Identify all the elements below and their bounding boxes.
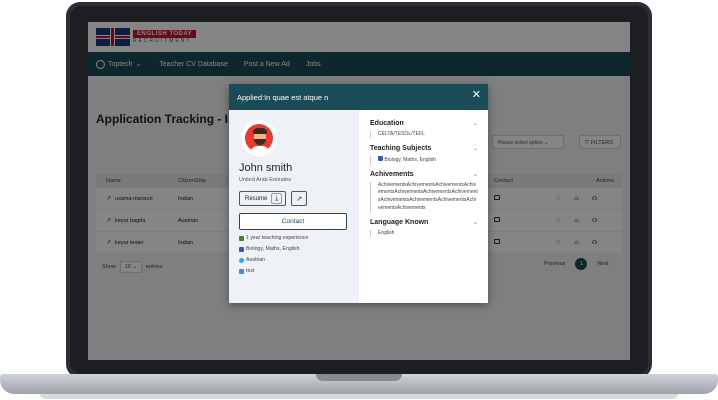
modal-title: Applied:In quae est atque n: [237, 92, 329, 102]
experience-text: 1 year teaching experience: [246, 235, 309, 241]
book-icon: [378, 155, 383, 161]
modal-body: John smith United Arab Emirates Resume ⤓…: [229, 110, 488, 303]
candidate-details: Education ⌄ CELTA/TESOL/TEFL Teaching Sub…: [359, 110, 488, 303]
subjects-text: Biology, Maths, English: [246, 246, 300, 252]
languages-section: Language Known ⌄ English: [370, 219, 478, 238]
education-body: CELTA/TESOL/TEFL: [370, 131, 478, 139]
screen: ENGLISH TODAY RECRUITMENT Toptech ⌄ Teac…: [88, 22, 630, 360]
laptop-notch: [316, 374, 402, 381]
person-icon: [239, 268, 244, 274]
subjects-body: Biology, Maths, English: [370, 155, 478, 165]
book-icon: [239, 246, 244, 252]
note-text: test: [246, 268, 255, 274]
resume-label: Resume: [245, 195, 268, 202]
languages-header[interactable]: Language Known ⌄: [370, 219, 478, 226]
close-icon[interactable]: ✕: [472, 90, 481, 101]
chevron-down-icon[interactable]: ⌄: [473, 171, 478, 178]
candidate-card: John smith United Arab Emirates Resume ⤓…: [229, 110, 359, 303]
achievements-title: Achivements: [370, 170, 414, 178]
chevron-down-icon[interactable]: ⌄: [473, 145, 478, 152]
subjects-section: Teaching Subjects ⌄ Biology, Maths, Engli…: [370, 145, 478, 165]
experience-icon: [239, 235, 244, 241]
achievements-section: Achivements ⌄ AchivementsAchivementsAchiv…: [370, 171, 478, 213]
download-icon[interactable]: ⤓: [271, 193, 283, 204]
achievements-header[interactable]: Achivements ⌄: [370, 171, 478, 178]
globe-icon: [239, 257, 244, 263]
laptop-frame: ENGLISH TODAY RECRUITMENT Toptech ⌄ Teac…: [0, 0, 718, 400]
nationality-text: Austrian: [246, 257, 266, 263]
subjects-header[interactable]: Teaching Subjects ⌄: [370, 145, 478, 152]
chevron-down-icon[interactable]: ⌄: [473, 120, 478, 127]
avatar: [241, 120, 277, 156]
education-title: Education: [370, 120, 404, 127]
subjects-body-text: Biology, Maths, English: [384, 156, 436, 163]
subjects-line: Biology, Maths, English: [239, 246, 349, 252]
chevron-down-icon[interactable]: ⌄: [473, 219, 478, 226]
achievements-body: AchivementsAchivementsAchivementsAchivem…: [370, 181, 478, 213]
application-modal: Applied:In quae est atque n ✕ John smith…: [229, 84, 488, 303]
experience-line: 1 year teaching experience: [239, 235, 349, 241]
candidate-name: John smith: [239, 162, 293, 174]
candidate-country: United Arab Emirates: [239, 177, 291, 183]
modal-header: Applied:In quae est atque n ✕: [229, 84, 488, 110]
contact-button[interactable]: Contact: [239, 213, 347, 230]
education-section: Education ⌄ CELTA/TESOL/TEFL: [370, 120, 478, 139]
note-line: test: [239, 268, 349, 274]
education-header[interactable]: Education ⌄: [370, 120, 478, 127]
languages-title: Language Known: [370, 218, 429, 226]
languages-body: English: [370, 229, 478, 238]
resume-button[interactable]: Resume ⤓: [239, 191, 287, 206]
laptop-shadow: [40, 394, 678, 399]
nationality-line: Austrian: [239, 257, 349, 263]
resume-actions: Resume ⤓ ↗: [239, 191, 349, 206]
subjects-title: Teaching Subjects: [370, 144, 432, 152]
external-link-icon[interactable]: ↗: [291, 191, 308, 206]
